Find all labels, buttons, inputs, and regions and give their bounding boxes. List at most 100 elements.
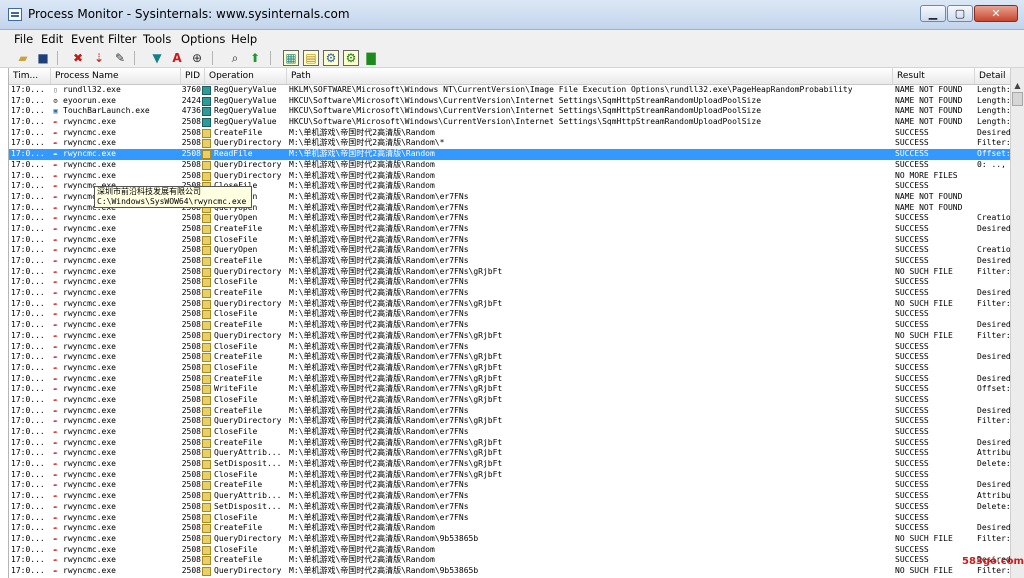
table-row[interactable]: ✒ 17:0... rwyncmc.exe 2508 CreateFile M:\单机游戏… xyxy=(9,256,1011,267)
table-row[interactable]: ✒ 17:0... rwyncmc.exe 2508 ReadFile M:\单机游戏\帝… xyxy=(9,149,1011,160)
menu-tools[interactable]: Tools xyxy=(143,32,171,46)
table-row[interactable]: ✒ 17:0... rwyncmc.exe 2508 WriteFile M:\单机游戏\… xyxy=(9,384,1011,395)
close-button[interactable]: ✕ xyxy=(974,5,1018,22)
table-row[interactable]: ✒ 17:0... rwyncmc.exe 2508 CreateFile M:\单机游戏… xyxy=(9,555,1011,566)
table-row[interactable]: ▣ 17:0... TouchBarLaunch.exe 4736 RegQueryVa… xyxy=(9,106,1011,117)
save-icon[interactable]: ■ xyxy=(35,51,51,65)
minimize-button[interactable]: ▁ xyxy=(920,5,946,22)
profiling-events-icon[interactable]: ▇ xyxy=(363,51,379,65)
open-icon[interactable]: ▰ xyxy=(15,51,31,65)
column-path[interactable]: Path xyxy=(287,68,893,84)
table-row[interactable]: ✒ 17:0... rwyncmc.exe 2508 CloseFile M:\单机游戏\… xyxy=(9,513,1011,524)
scroll-up-arrow-icon[interactable]: ▲ xyxy=(1012,80,1023,92)
table-row[interactable]: ✒ 17:0... rwyncmc.exe 2508 SetDisposit... M:\… xyxy=(9,502,1011,513)
capture-icon[interactable]: ✖ xyxy=(70,51,86,65)
network-activity-icon[interactable]: ⚙ xyxy=(323,50,339,66)
table-row[interactable]: ✒ 17:0... rwyncmc.exe 2508 CloseFile M:\单机游戏\… xyxy=(9,342,1011,353)
menu-options[interactable]: Options xyxy=(181,32,225,46)
table-row[interactable]: ⚙ 17:0... eyoorun.exe 2424 RegQueryValue HKCU… xyxy=(9,96,1011,107)
table-row[interactable]: ✒ 17:0... rwyncmc.exe 2508 CreateFile M:\单机游戏… xyxy=(9,480,1011,491)
table-row[interactable]: ✒ 17:0... rwyncmc.exe 2508 CloseFile M:\单机游戏\… xyxy=(9,545,1011,556)
table-row[interactable]: ✒ 17:0... rwyncmc.exe 2508 QueryDirectory M:\… xyxy=(9,331,1011,342)
table-row[interactable]: ✒ 17:0... rwyncmc.exe 2508 QueryDirectory M:\… xyxy=(9,416,1011,427)
table-row[interactable]: ✒ 17:0... rwyncmc.exe 2508 CreateFile M:\单机游戏… xyxy=(9,523,1011,534)
maximize-button[interactable]: ▢ xyxy=(947,5,973,22)
table-row[interactable]: ✒ 17:0... rwyncmc.exe 2508 CreateFile M:\单机游戏… xyxy=(9,406,1011,417)
table-row[interactable]: ✒ 17:0... rwyncmc.exe 2508 QueryOpen M:\单机游戏\… xyxy=(9,213,1011,224)
table-row[interactable]: ▯ 17:0... rundll32.exe 3760 RegQueryValue HKL… xyxy=(9,85,1011,96)
cell-operation: WriteFile xyxy=(214,384,258,394)
table-row[interactable]: ✒ 17:0... rwyncmc.exe 2508 CloseFile M:\单机游戏\… xyxy=(9,395,1011,406)
find-icon[interactable]: ⌕ xyxy=(227,51,243,65)
cell-operation: RegQueryValue xyxy=(214,85,277,94)
cell-result: NO SUCH FILE xyxy=(895,266,953,276)
table-row[interactable]: ✒ 17:0... rwyncmc.exe 2508 QueryDirectory M:\… xyxy=(9,299,1011,310)
cell-path: M:\单机游戏\帝国时代2高清版\Random\er7FNs xyxy=(289,405,469,415)
registry-activity-icon[interactable]: ▦ xyxy=(283,50,299,66)
target-icon[interactable]: ⊕ xyxy=(189,51,205,65)
table-row[interactable]: ✒ 17:0... rwyncmc.exe 2508 CreateFile M:\单机游戏… xyxy=(9,224,1011,235)
table-row[interactable]: ✒ 17:0... rwyncmc.exe 2508 CloseFile M:\单机游戏\… xyxy=(9,427,1011,438)
highlight-icon[interactable]: A xyxy=(169,51,185,65)
table-row[interactable]: ✒ 17:0... rwyncmc.exe 2508 QueryDirectory M:\… xyxy=(9,566,1011,577)
table-row[interactable]: ✒ 17:0... rwyncmc.exe 2508 CloseFile M:\单机游戏\… xyxy=(9,309,1011,320)
table-row[interactable]: ✒ 17:0... rwyncmc.exe 2508 CreateFile M:\单机游戏… xyxy=(9,374,1011,385)
column-result[interactable]: Result xyxy=(893,68,975,84)
cell-result: SUCCESS xyxy=(895,501,929,511)
table-row[interactable]: ✒ 17:0... rwyncmc.exe 2508 CloseFile M:\单机游戏\… xyxy=(9,277,1011,288)
column-detail[interactable]: Detail xyxy=(975,68,1011,84)
table-row[interactable]: ✒ 17:0... rwyncmc.exe 2508 QueryAttrib... M:\… xyxy=(9,491,1011,502)
feather-process-icon: ✒ xyxy=(53,534,58,543)
cell-pid: 2508 xyxy=(181,416,201,426)
menu-event[interactable]: Event xyxy=(71,32,104,46)
feather-process-icon: ✒ xyxy=(53,545,58,554)
feather-process-icon: ✒ xyxy=(53,363,58,372)
scroll-thumb[interactable] xyxy=(1012,92,1023,106)
table-row[interactable]: ✒ 17:0... rwyncmc.exe 2508 QueryDirectory M:\… xyxy=(9,138,1011,149)
column-pid[interactable]: PID xyxy=(181,68,205,84)
file-operation-icon xyxy=(202,278,211,288)
cell-detail: Desired xyxy=(977,320,1011,330)
cell-time: 17:0... xyxy=(11,373,45,383)
table-row[interactable]: ✒ 17:0... rwyncmc.exe 2508 RegQueryValue HKCU… xyxy=(9,117,1011,128)
table-row[interactable]: ✒ 17:0... rwyncmc.exe 2508 CreateFile M:\单机游戏… xyxy=(9,352,1011,363)
cell-detail: Desired xyxy=(977,288,1011,298)
table-row[interactable]: ✒ 17:0... rwyncmc.exe 2508 QueryDirectory M:\… xyxy=(9,171,1011,182)
menu-help[interactable]: Help xyxy=(231,32,257,46)
process-activity-icon[interactable]: ⚙ xyxy=(343,50,359,66)
cell-operation: CreateFile xyxy=(214,555,263,565)
table-row[interactable]: ✒ 17:0... rwyncmc.exe 2508 CloseFile M:\单机游戏\… xyxy=(9,363,1011,374)
file-operation-icon xyxy=(202,299,211,309)
cell-time: 17:0... xyxy=(11,234,45,244)
table-row[interactable]: ✒ 17:0... rwyncmc.exe 2508 QueryAttrib... M:\… xyxy=(9,448,1011,459)
menu-file[interactable]: File xyxy=(14,32,33,46)
cell-path: M:\单机游戏\帝国时代2高清版\Random\er7FNs xyxy=(289,213,469,223)
table-row[interactable]: ✒ 17:0... rwyncmc.exe 2508 CreateFile M:\单机游戏… xyxy=(9,320,1011,331)
file-operation-icon xyxy=(202,417,211,427)
column-operation[interactable]: Operation xyxy=(205,68,287,84)
table-row[interactable]: ✒ 17:0... rwyncmc.exe 2508 CloseFile M:\单机游戏\… xyxy=(9,235,1011,246)
table-row[interactable]: ✒ 17:0... rwyncmc.exe 2508 QueryDirectory M:\… xyxy=(9,534,1011,545)
table-row[interactable]: ✒ 17:0... rwyncmc.exe 2508 QueryDirectory M:\… xyxy=(9,160,1011,171)
table-row[interactable]: ✒ 17:0... rwyncmc.exe 2508 SetDisposit... M:\… xyxy=(9,459,1011,470)
autoscroll-icon[interactable]: ⇣ xyxy=(91,51,107,65)
table-row[interactable]: ✒ 17:0... rwyncmc.exe 2508 QueryDirectory M:\… xyxy=(9,267,1011,278)
table-row[interactable]: ✒ 17:0... rwyncmc.exe 2508 CreateFile M:\单机游戏… xyxy=(9,128,1011,139)
table-row[interactable]: ✒ 17:0... rwyncmc.exe 2508 CreateFile M:\单机游戏… xyxy=(9,288,1011,299)
cell-process-name: rwyncmc.exe xyxy=(63,352,116,362)
table-row[interactable]: ✒ 17:0... rwyncmc.exe 2508 CreateFile M:\单机游戏… xyxy=(9,438,1011,449)
jump-icon[interactable]: ⬆ xyxy=(247,51,263,65)
table-row[interactable]: ✒ 17:0... rwyncmc.exe 2508 QueryOpen M:\单机游戏\… xyxy=(9,245,1011,256)
clear-icon[interactable]: ✎ xyxy=(112,51,128,65)
cell-result: SUCCESS xyxy=(895,213,929,223)
filter-icon[interactable]: ▼ xyxy=(149,51,165,65)
vertical-scrollbar[interactable]: ▲ xyxy=(1010,68,1024,578)
menu-filter[interactable]: Filter xyxy=(108,32,136,46)
table-row[interactable]: ✒ 17:0... rwyncmc.exe 2508 CloseFile M:\单机游戏\… xyxy=(9,470,1011,481)
window-controls: ▁ ▢ ✕ xyxy=(919,5,1018,22)
cell-operation: CloseFile xyxy=(214,394,258,404)
menu-edit[interactable]: Edit xyxy=(41,32,63,46)
column-process-name[interactable]: Process Name xyxy=(51,68,181,84)
file-activity-icon[interactable]: ▤ xyxy=(303,50,319,66)
column-time[interactable]: Tim... xyxy=(9,68,51,84)
